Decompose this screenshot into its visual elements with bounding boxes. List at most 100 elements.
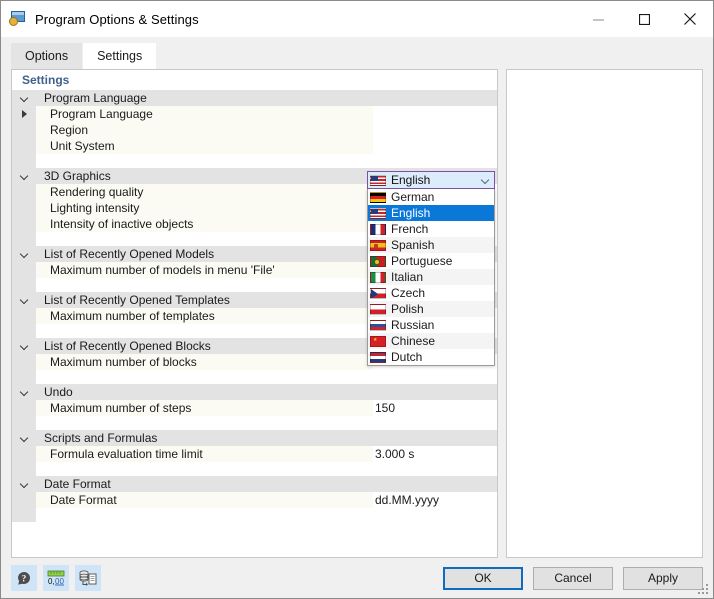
spacer-label — [36, 370, 373, 384]
tree-item-row[interactable]: Region — [12, 122, 497, 138]
flag-us-icon — [370, 208, 386, 219]
chevron-down-icon[interactable] — [12, 430, 36, 446]
language-option-label: French — [386, 222, 428, 236]
tree-item-value[interactable]: 150 — [373, 400, 497, 416]
tree-item-row[interactable]: Date Formatdd.MM.yyyy — [12, 492, 497, 508]
tree-item-label: Date Format — [36, 492, 373, 508]
spacer-gutter — [12, 324, 36, 338]
spacer-gutter — [12, 278, 36, 292]
spacer-label — [36, 508, 373, 522]
chevron-down-icon[interactable] — [12, 338, 36, 354]
language-option[interactable]: Polish — [368, 301, 494, 317]
tab-options[interactable]: Options — [11, 43, 82, 69]
help-icon[interactable]: ? — [11, 565, 37, 591]
language-option[interactable]: Dutch — [368, 349, 494, 365]
chevron-down-icon[interactable] — [12, 384, 36, 400]
language-option[interactable]: Russian — [368, 317, 494, 333]
ok-button[interactable]: OK — [443, 567, 523, 590]
tree-item-value[interactable]: dd.MM.yyyy — [373, 492, 497, 508]
dialog-footer: ? 0, 00 — [1, 558, 713, 598]
flag-pl-icon — [370, 304, 386, 315]
language-option-label: Chinese — [386, 334, 435, 348]
chevron-down-icon[interactable] — [12, 90, 36, 106]
tree-item-label: Lighting intensity — [36, 200, 373, 216]
tree-group-row[interactable]: Program Language — [12, 90, 497, 106]
tree-group-label: List of Recently Opened Models — [36, 246, 373, 262]
language-option-label: Italian — [386, 270, 423, 284]
apply-button[interactable]: Apply — [623, 567, 703, 590]
tree-item-value[interactable] — [373, 122, 497, 138]
import-export-icon[interactable] — [75, 565, 101, 591]
tree-item-value[interactable]: 3.000 s — [373, 446, 497, 462]
tree-item-gutter — [12, 492, 36, 508]
language-option[interactable]: ★Chinese — [368, 333, 494, 349]
spacer-gutter — [12, 416, 36, 430]
description-pane — [506, 69, 703, 558]
language-option[interactable]: Spanish — [368, 237, 494, 253]
title-bar: Program Options & Settings — [1, 1, 713, 37]
tree-item-label: Region — [36, 122, 373, 138]
spacer-value — [373, 154, 497, 168]
tree-item-row[interactable]: Formula evaluation time limit3.000 s — [12, 446, 497, 462]
tree-section-spacer — [12, 370, 497, 384]
tree-group-label: List of Recently Opened Templates — [36, 292, 373, 308]
resize-grip[interactable] — [698, 584, 710, 596]
settings-dialog: Program Options & Settings Options Setti… — [0, 0, 714, 599]
chevron-down-icon[interactable] — [12, 246, 36, 262]
chevron-down-icon[interactable] — [12, 168, 36, 184]
flag-it-icon — [370, 272, 386, 283]
tree-item-row[interactable]: Program Language — [12, 106, 497, 122]
triangle-right-icon[interactable] — [12, 106, 36, 122]
close-icon[interactable] — [667, 1, 713, 37]
language-option-list[interactable]: GermanEnglish FrenchSpanishPortugueseItal… — [367, 189, 495, 366]
combo-display[interactable]: English — [367, 171, 495, 189]
language-option[interactable]: Italian — [368, 269, 494, 285]
tree-group-value — [373, 90, 497, 106]
window-title: Program Options & Settings — [35, 12, 199, 27]
tree-item-gutter — [12, 308, 36, 324]
tree-item-value[interactable] — [373, 106, 497, 122]
spacer-value — [373, 462, 497, 476]
decimal-places-icon[interactable]: 0, 00 — [43, 565, 69, 591]
flag-pt-icon — [370, 256, 386, 267]
flag-cz-icon — [370, 288, 386, 299]
tree-group-label: List of Recently Opened Blocks — [36, 338, 373, 354]
language-option-label: English — [386, 206, 430, 220]
program-language-combo: English GermanEnglish FrenchSpanishPortug… — [367, 171, 495, 366]
tree-group-label: 3D Graphics — [36, 168, 373, 184]
language-option[interactable]: German — [368, 189, 494, 205]
tab-settings[interactable]: Settings — [83, 43, 156, 69]
program-settings-icon — [9, 10, 27, 28]
spacer-label — [36, 416, 373, 430]
tree-group-row[interactable]: Date Format — [12, 476, 497, 492]
tree-section-spacer — [12, 416, 497, 430]
language-option-label: Polish — [386, 302, 424, 316]
chevron-down-icon[interactable] — [12, 476, 36, 492]
flag-nl-icon — [370, 352, 386, 363]
tree-item-gutter — [12, 200, 36, 216]
tree-item-value[interactable] — [373, 138, 497, 154]
spacer-label — [36, 154, 373, 168]
tree-item-label: Maximum number of steps — [36, 400, 373, 416]
cancel-button[interactable]: Cancel — [533, 567, 613, 590]
tree-group-value — [373, 384, 497, 400]
svg-text:0,: 0, — [48, 577, 55, 586]
chevron-down-icon[interactable] — [476, 177, 494, 184]
tab-strip: Options Settings — [1, 37, 713, 69]
tree-item-gutter — [12, 216, 36, 232]
svg-text:?: ? — [22, 573, 27, 583]
tree-group-row[interactable]: Scripts and Formulas — [12, 430, 497, 446]
tree-section-spacer — [12, 154, 497, 168]
language-option[interactable]: French — [368, 221, 494, 237]
tree-group-row[interactable]: Undo — [12, 384, 497, 400]
tree-item-label: Maximum number of blocks — [36, 354, 373, 370]
language-option[interactable]: Portuguese — [368, 253, 494, 269]
language-option[interactable]: Czech — [368, 285, 494, 301]
language-option[interactable]: English — [368, 205, 494, 221]
maximize-icon[interactable] — [621, 1, 667, 37]
minimize-icon[interactable] — [575, 1, 621, 37]
chevron-down-icon[interactable] — [12, 292, 36, 308]
tree-item-row[interactable]: Unit System — [12, 138, 497, 154]
tree-item-row[interactable]: Maximum number of steps150 — [12, 400, 497, 416]
flag-ru-icon — [370, 320, 386, 331]
